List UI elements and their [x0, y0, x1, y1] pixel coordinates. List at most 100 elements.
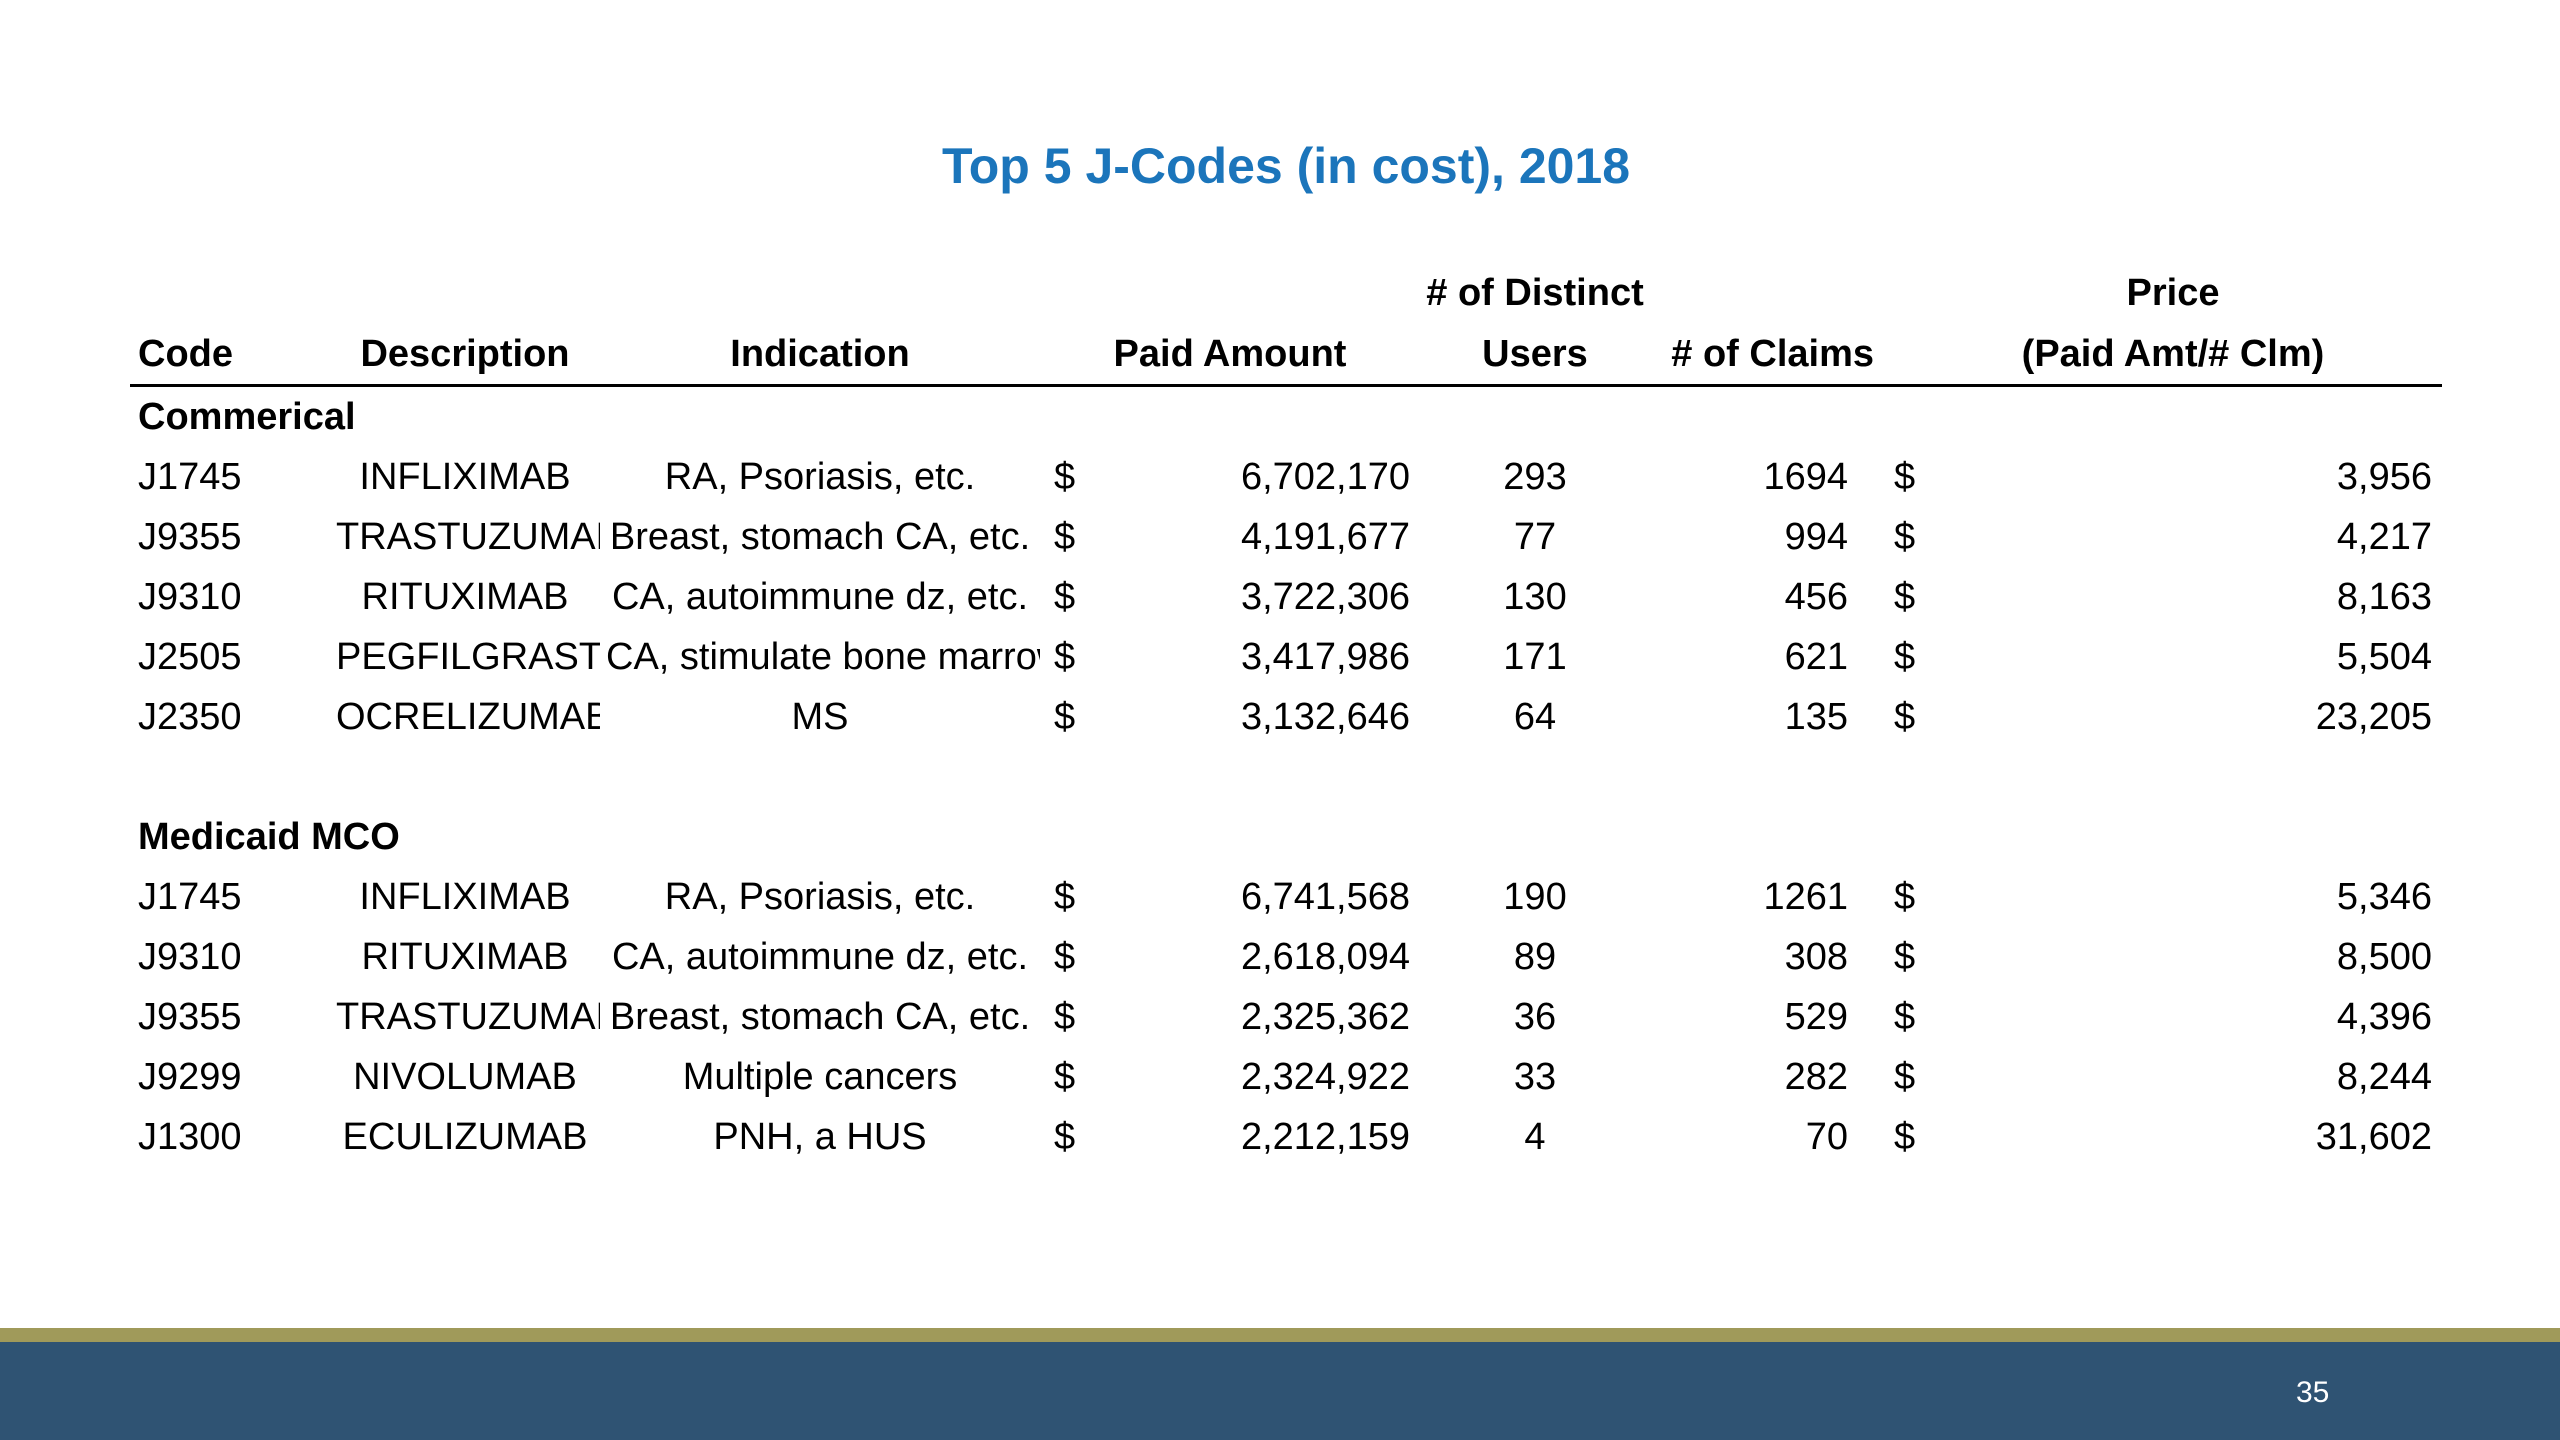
- footer-bar: [0, 1342, 2560, 1440]
- cell-description: OCRELIZUMAB: [336, 696, 600, 738]
- section-label: Medicaid MCO: [138, 816, 400, 858]
- cell-users: 89: [1513, 936, 1557, 978]
- cell-paid-currency: $: [1054, 1116, 1076, 1158]
- cell-code: J2505: [138, 636, 242, 678]
- cell-paid-currency: $: [1054, 1056, 1076, 1098]
- cell-description: RITUXIMAB: [361, 576, 569, 618]
- cell-paid-amount: 4,191,677: [1240, 516, 1410, 558]
- cell-code: J9299: [138, 1056, 242, 1098]
- cell-description: INFLIXIMAB: [359, 876, 571, 918]
- cell-paid-currency: $: [1054, 876, 1076, 918]
- cell-indication: PNH, a HUS: [713, 1116, 927, 1158]
- cell-code: J1745: [138, 456, 242, 498]
- table-row: J2350 OCRELIZUMAB MS $3,132,646 64 135 $23,205: [130, 687, 2442, 747]
- cell-price-currency: $: [1894, 936, 1916, 978]
- cell-indication: CA, autoimmune dz, etc.: [611, 936, 1029, 978]
- header-description: Description: [330, 323, 600, 387]
- cell-users: 293: [1503, 456, 1567, 498]
- section-label-row: Medicaid MCO: [130, 807, 2442, 867]
- cell-code: J9310: [138, 936, 242, 978]
- header-price-line2: (Paid Amt/# Clm): [1880, 323, 2442, 387]
- cell-claims: 456: [1784, 576, 1848, 618]
- table-row: J9355 TRASTUZUMAB Breast, stomach CA, etc.…: [130, 507, 2442, 567]
- page-number: 35: [2296, 1376, 2330, 1409]
- jcode-table: # of Distinct Price Code Description Ind…: [130, 262, 2442, 1167]
- header-claims: # of Claims: [1650, 323, 1880, 387]
- section-label: Commerical: [138, 396, 356, 438]
- table-row: J9310 RITUXIMAB CA, autoimmune dz, etc. $2,…: [130, 927, 2442, 987]
- cell-description: PEGFILGRASTIM: [336, 636, 600, 678]
- cell-paid-amount: 2,325,362: [1240, 996, 1410, 1038]
- header-row-top: # of Distinct Price: [130, 262, 2442, 323]
- cell-price-currency: $: [1894, 636, 1916, 678]
- cell-price-currency: $: [1894, 996, 1916, 1038]
- cell-description: TRASTUZUMAB: [336, 996, 600, 1038]
- header-price-line1: Price: [2126, 272, 2220, 314]
- cell-price-currency: $: [1894, 456, 1916, 498]
- cell-indication: RA, Psoriasis, etc.: [664, 456, 976, 498]
- section-spacer: [130, 747, 2442, 807]
- cell-claims: 1694: [1763, 456, 1848, 498]
- table-header: # of Distinct Price Code Description Ind…: [130, 262, 2442, 387]
- cell-price: 31,602: [2315, 1116, 2432, 1158]
- table-row: J9299 NIVOLUMAB Multiple cancers $2,324,922…: [130, 1047, 2442, 1107]
- header-code: Code: [130, 323, 330, 387]
- cell-claims: 135: [1784, 696, 1848, 738]
- cell-paid-amount: 3,132,646: [1240, 696, 1410, 738]
- header-paid-amount: Paid Amount: [1040, 323, 1420, 387]
- cell-indication: CA, stimulate bone marrow: [606, 636, 1040, 678]
- cell-indication: MS: [791, 696, 849, 738]
- cell-users: 64: [1513, 696, 1557, 738]
- cell-claims: 1261: [1763, 876, 1848, 918]
- cell-paid-currency: $: [1054, 996, 1076, 1038]
- cell-users: 171: [1503, 636, 1567, 678]
- cell-code: J9355: [138, 516, 242, 558]
- cell-price: 5,504: [2336, 636, 2432, 678]
- cell-paid-amount: 2,212,159: [1240, 1116, 1410, 1158]
- header-row-bottom: Code Description Indication Paid Amount …: [130, 323, 2442, 387]
- jcode-table-container: # of Distinct Price Code Description Ind…: [130, 262, 2442, 1167]
- cell-claims: 70: [1805, 1116, 1848, 1158]
- cell-paid-amount: 3,722,306: [1240, 576, 1410, 618]
- cell-users: 36: [1513, 996, 1557, 1038]
- cell-description: RITUXIMAB: [361, 936, 569, 978]
- cell-price: 8,244: [2336, 1056, 2432, 1098]
- table-body: Commerical J1745 INFLIXIMAB RA, Psoriasis, …: [130, 386, 2442, 1168]
- cell-paid-amount: 2,324,922: [1240, 1056, 1410, 1098]
- cell-price-currency: $: [1894, 516, 1916, 558]
- cell-paid-currency: $: [1054, 696, 1076, 738]
- footer-accent-stripe: [0, 1328, 2560, 1342]
- cell-price: 4,217: [2336, 516, 2432, 558]
- cell-claims: 994: [1784, 516, 1848, 558]
- cell-description: ECULIZUMAB: [342, 1116, 588, 1158]
- cell-paid-currency: $: [1054, 636, 1076, 678]
- cell-price: 3,956: [2336, 456, 2432, 498]
- cell-price-currency: $: [1894, 576, 1916, 618]
- cell-price-currency: $: [1894, 876, 1916, 918]
- table-row: J1745 INFLIXIMAB RA, Psoriasis, etc. $6,702…: [130, 447, 2442, 507]
- cell-users: 77: [1513, 516, 1557, 558]
- cell-code: J9355: [138, 996, 242, 1038]
- cell-code: J1300: [138, 1116, 242, 1158]
- cell-indication: Multiple cancers: [682, 1056, 958, 1098]
- cell-description: NIVOLUMAB: [353, 1056, 577, 1098]
- cell-users: 130: [1503, 576, 1567, 618]
- cell-price-currency: $: [1894, 696, 1916, 738]
- cell-claims: 529: [1784, 996, 1848, 1038]
- header-indication: Indication: [600, 323, 1040, 387]
- cell-users: 4: [1524, 1116, 1546, 1158]
- cell-price: 23,205: [2315, 696, 2432, 738]
- cell-users: 190: [1503, 876, 1567, 918]
- table-row: J1745 INFLIXIMAB RA, Psoriasis, etc. $6,741…: [130, 867, 2442, 927]
- table-row: J2505 PEGFILGRASTIMCA, stimulate bone mar…: [130, 627, 2442, 687]
- cell-price-currency: $: [1894, 1116, 1916, 1158]
- section-label-row: Commerical: [130, 386, 2442, 448]
- cell-price: 8,163: [2336, 576, 2432, 618]
- cell-paid-currency: $: [1054, 936, 1076, 978]
- cell-code: J2350: [138, 696, 242, 738]
- cell-paid-amount: 3,417,986: [1240, 636, 1410, 678]
- cell-code: J9310: [138, 576, 242, 618]
- cell-claims: 621: [1784, 636, 1848, 678]
- cell-paid-amount: 2,618,094: [1240, 936, 1410, 978]
- cell-code: J1745: [138, 876, 242, 918]
